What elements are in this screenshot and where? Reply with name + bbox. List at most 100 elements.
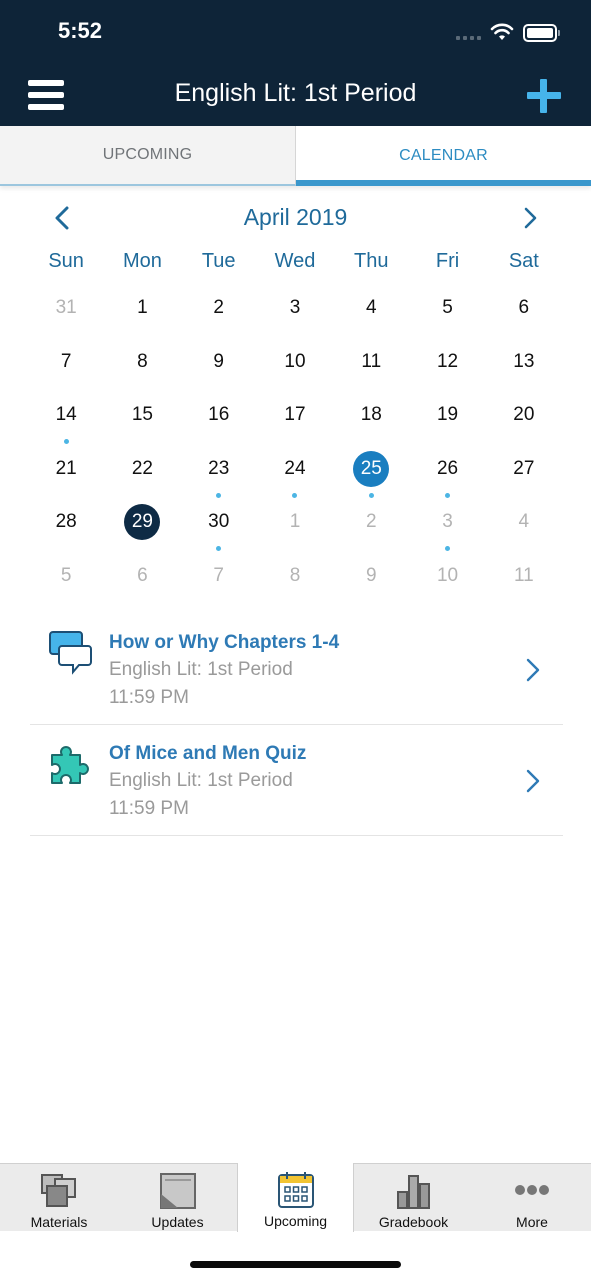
calendar-day-selected[interactable]: 25 bbox=[333, 442, 409, 498]
chevron-right-icon bbox=[526, 769, 540, 793]
day-number: 26 bbox=[436, 457, 459, 479]
day-number: 11 bbox=[513, 564, 534, 586]
day-number: 3 bbox=[289, 297, 301, 318]
calendar-day[interactable]: 28 bbox=[28, 495, 104, 549]
day-number: 5 bbox=[60, 564, 72, 586]
event-title: How or Why Chapters 1-4 bbox=[109, 632, 340, 653]
event-course: English Lit: 1st Period bbox=[109, 770, 293, 791]
tabbar-item-materials[interactable]: Materials bbox=[0, 1164, 118, 1232]
day-number: 9 bbox=[365, 564, 377, 586]
calendar-day[interactable]: 9 bbox=[333, 549, 409, 603]
calendar-day[interactable]: 31 bbox=[28, 281, 104, 335]
day-number: 19 bbox=[436, 404, 459, 425]
calendar-day[interactable]: 6 bbox=[104, 549, 180, 603]
more-icon bbox=[515, 1185, 549, 1195]
calendar-day-today[interactable]: 29 bbox=[104, 495, 180, 549]
calendar-day[interactable]: 27 bbox=[486, 442, 562, 496]
tabbar-item-upcoming[interactable]: Upcoming bbox=[237, 1163, 354, 1232]
event-item[interactable]: How or Why Chapters 1-4 English Lit: 1st… bbox=[30, 614, 563, 725]
day-number: 4 bbox=[365, 297, 377, 318]
day-number: 2 bbox=[365, 511, 377, 532]
updates-icon bbox=[159, 1173, 196, 1209]
calendar-day[interactable]: 15 bbox=[104, 388, 180, 442]
battery-icon bbox=[523, 24, 557, 42]
day-number: 22 bbox=[131, 457, 153, 479]
calendar-day[interactable]: 11 bbox=[333, 335, 409, 389]
assessment-puzzle-icon bbox=[51, 746, 89, 784]
calendar-day[interactable]: 10 bbox=[409, 549, 485, 603]
home-indicator[interactable] bbox=[190, 1261, 401, 1268]
weekday-label: Sat bbox=[508, 250, 539, 272]
calendar-day[interactable]: 4 bbox=[486, 495, 562, 549]
calendar-day[interactable]: 4 bbox=[333, 281, 409, 335]
day-number: 23 bbox=[208, 457, 230, 479]
day-number: 1 bbox=[137, 297, 148, 318]
calendar-day[interactable]: 3 bbox=[257, 281, 333, 335]
calendar-day[interactable]: 23 bbox=[181, 442, 257, 498]
tabbar-item-gradebook[interactable]: Gradebook bbox=[354, 1164, 473, 1232]
bottom-tab-bar: Materials Updates Upcoming Gradebook Mor… bbox=[0, 1163, 591, 1232]
gradebook-icon bbox=[396, 1175, 430, 1209]
calendar-day[interactable]: 2 bbox=[181, 281, 257, 335]
calendar-day[interactable]: 26 bbox=[409, 442, 485, 498]
calendar-day[interactable]: 2 bbox=[333, 495, 409, 549]
tab-upcoming[interactable]: UPCOMING bbox=[0, 126, 296, 186]
plus-icon[interactable] bbox=[527, 79, 561, 113]
calendar-day[interactable]: 17 bbox=[257, 388, 333, 442]
day-number: 16 bbox=[208, 404, 230, 425]
calendar-day[interactable]: 19 bbox=[409, 388, 485, 442]
calendar-day[interactable]: 18 bbox=[333, 388, 409, 442]
calendar-day[interactable]: 14 bbox=[28, 388, 104, 444]
day-number: 8 bbox=[137, 350, 148, 372]
day-number: 8 bbox=[289, 564, 301, 586]
day-number: 30 bbox=[208, 511, 230, 532]
calendar-day[interactable]: 1 bbox=[257, 495, 333, 549]
calendar-day[interactable]: 1 bbox=[104, 281, 180, 335]
materials-icon bbox=[41, 1174, 76, 1207]
month-label: April 2019 bbox=[243, 204, 348, 230]
page-title: English Lit: 1st Period bbox=[174, 79, 417, 107]
calendar-day[interactable]: 24 bbox=[257, 442, 333, 498]
calendar-day[interactable]: 11 bbox=[486, 549, 562, 603]
tabbar-item-more[interactable]: More bbox=[473, 1164, 591, 1232]
battery-tip bbox=[558, 30, 560, 36]
day-number: 7 bbox=[213, 564, 224, 586]
day-number: 11 bbox=[361, 350, 382, 372]
calendar-day[interactable]: 8 bbox=[104, 335, 180, 389]
calendar-day[interactable]: 5 bbox=[28, 549, 104, 603]
chevron-right-icon[interactable] bbox=[520, 206, 542, 230]
weekday-label: Fri bbox=[435, 250, 460, 272]
day-number: 4 bbox=[518, 511, 530, 532]
day-number: 15 bbox=[131, 404, 153, 425]
event-course: English Lit: 1st Period bbox=[109, 659, 293, 680]
calendar-day[interactable]: 12 bbox=[409, 335, 485, 389]
calendar-grid: 31 1 2 3 4 5 6 7 8 9 10 11 12 13 14 15 16 17 18 19 20 21 22 23 2… bbox=[28, 281, 562, 602]
tab-calendar[interactable]: CALENDAR bbox=[296, 126, 591, 186]
top-bar: 5:52 English Lit: 1st Period bbox=[0, 0, 591, 126]
day-number: 18 bbox=[360, 404, 382, 425]
calendar-day[interactable]: 7 bbox=[181, 549, 257, 603]
calendar-day[interactable]: 8 bbox=[257, 549, 333, 603]
calendar-day[interactable]: 3 bbox=[409, 495, 485, 551]
calendar-day[interactable]: 21 bbox=[28, 442, 104, 496]
day-number: 5 bbox=[442, 297, 453, 318]
calendar-day[interactable]: 30 bbox=[181, 495, 257, 551]
calendar-day[interactable]: 9 bbox=[181, 335, 257, 389]
weekday-header-row: Sun Mon Tue Wed Thu Fri Sat bbox=[28, 250, 562, 273]
day-number: 25 bbox=[353, 450, 390, 487]
calendar-day[interactable]: 16 bbox=[181, 388, 257, 442]
day-number: 10 bbox=[284, 350, 306, 372]
tabbar-label: Updates bbox=[151, 1214, 204, 1230]
day-number: 27 bbox=[513, 457, 535, 479]
calendar-day[interactable]: 7 bbox=[28, 335, 104, 389]
calendar-day[interactable]: 20 bbox=[486, 388, 562, 442]
calendar-day[interactable]: 10 bbox=[257, 335, 333, 389]
event-item[interactable]: Of Mice and Men Quiz English Lit: 1st Pe… bbox=[30, 725, 563, 836]
tabbar-item-updates[interactable]: Updates bbox=[118, 1164, 237, 1232]
calendar-day[interactable]: 6 bbox=[486, 281, 562, 335]
day-number: 6 bbox=[137, 564, 148, 586]
calendar-day[interactable]: 5 bbox=[409, 281, 485, 335]
calendar-day[interactable]: 22 bbox=[104, 442, 180, 496]
day-number: 20 bbox=[513, 404, 535, 425]
calendar-day[interactable]: 13 bbox=[486, 335, 562, 389]
